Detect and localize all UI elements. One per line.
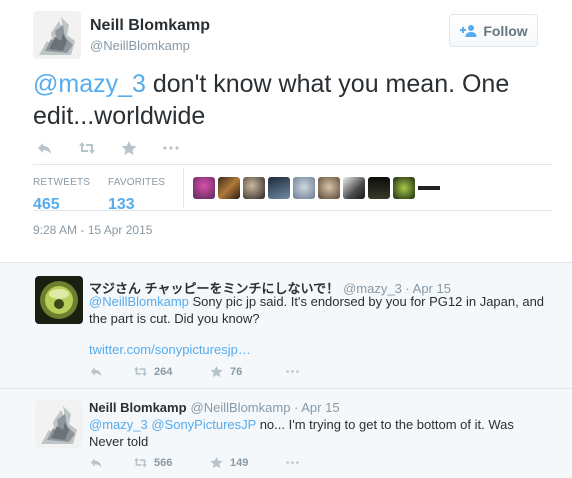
reply-mention-link[interactable]: @mazy_3 [89, 417, 148, 432]
main-tweet: Neill Blomkamp @NeillBlomkamp Follow @ma… [0, 0, 572, 262]
reply-meta[interactable]: @NeillBlomkamp · Apr 15 [191, 400, 340, 415]
stats-vertical-divider [183, 168, 184, 208]
reply-tweet[interactable]: Neill Blomkamp @NeillBlomkamp · Apr 15 @m… [0, 389, 572, 478]
reply-mention-link[interactable]: @SonyPicturesJP [151, 417, 256, 432]
reply-text: @mazy_3 @SonyPicturesJP no... I'm trying… [89, 416, 549, 450]
favoriter-avatars [193, 177, 440, 199]
author-name[interactable]: Neill Blomkamp [90, 17, 210, 35]
favorite-icon [210, 456, 223, 469]
favoriter-avatar[interactable] [368, 177, 390, 199]
reply-tweet[interactable]: マジさん チャッピーをミンチにしないで！ @mazy_3 · Apr 15 @Ne… [0, 263, 572, 388]
favoriter-avatar[interactable] [193, 177, 215, 199]
follow-person-icon [460, 24, 477, 37]
reply-avatar[interactable] [35, 276, 83, 324]
author-handle[interactable]: @NeillBlomkamp [90, 38, 190, 53]
reply-mention-link[interactable]: @NeillBlomkamp [89, 294, 189, 309]
more-icon [163, 146, 179, 150]
reply-icon [90, 458, 102, 468]
reply-text: @NeillBlomkamp Sony pic jp said. It's en… [89, 293, 549, 327]
retweet-count: 566 [154, 456, 173, 469]
retweet-button[interactable]: 566 [133, 456, 209, 469]
reply-avatar[interactable] [35, 400, 83, 448]
favoriter-avatar[interactable] [268, 177, 290, 199]
reply-link-row: twitter.com/sonypicturesjp… [89, 341, 549, 358]
reply-actions: 264 76 [89, 365, 300, 378]
retweet-icon [79, 142, 95, 154]
favorite-count: 149 [230, 456, 249, 469]
retweet-icon [134, 366, 147, 377]
favoriter-avatar[interactable] [318, 177, 340, 199]
favoriter-avatar[interactable] [418, 177, 440, 199]
reply-button[interactable] [36, 140, 54, 156]
retweets-count: 465 [33, 196, 60, 213]
favoriter-avatar[interactable] [218, 177, 240, 199]
more-button[interactable] [285, 456, 300, 469]
replies-section: マジさん チャッピーをミンチにしないで！ @mazy_3 · Apr 15 @Ne… [0, 262, 572, 478]
tweet-text: @mazy_3 don't know what you mean. One ed… [33, 68, 553, 132]
more-button[interactable] [285, 365, 300, 378]
reply-url-link[interactable]: twitter.com/sonypicturesjp… [89, 342, 251, 357]
retweet-button[interactable]: 264 [133, 365, 209, 378]
reply-button[interactable] [89, 456, 133, 469]
retweet-icon [134, 457, 147, 468]
tweet-actions [36, 139, 204, 157]
retweet-button[interactable] [78, 140, 96, 156]
more-button[interactable] [162, 140, 180, 156]
favorites-count: 133 [108, 196, 135, 213]
favorite-button[interactable]: 149 [209, 456, 285, 469]
favorites-stat[interactable]: FAVORITES 133 [108, 172, 165, 214]
favorite-button[interactable] [120, 140, 138, 156]
reply-author-name[interactable]: Neill Blomkamp [89, 400, 187, 415]
retweets-stat[interactable]: RETWEETS 465 [33, 172, 90, 214]
favoriter-avatar[interactable] [243, 177, 265, 199]
reply-icon [38, 143, 51, 154]
stats-bottom-divider [33, 210, 553, 211]
favoriter-avatar[interactable] [393, 177, 415, 199]
favoriter-avatar[interactable] [293, 177, 315, 199]
more-icon [286, 461, 299, 464]
follow-button[interactable]: Follow [449, 14, 538, 47]
retweet-count: 264 [154, 365, 173, 378]
reply-header: Neill Blomkamp @NeillBlomkamp · Apr 15 [89, 400, 340, 415]
reply-actions: 566 149 [89, 456, 300, 469]
tweet-mention-link[interactable]: @mazy_3 [33, 70, 146, 98]
favorites-label: FAVORITES [108, 177, 166, 188]
favorite-icon [210, 365, 223, 378]
author-avatar[interactable] [33, 11, 81, 59]
reply-button[interactable] [89, 365, 133, 378]
favorite-button[interactable]: 76 [209, 365, 285, 378]
favorite-count: 76 [230, 365, 243, 378]
favorite-icon [121, 141, 137, 155]
reply-icon [90, 367, 102, 377]
tweet-timestamp[interactable]: 9:28 AM - 15 Apr 2015 [33, 223, 152, 237]
follow-label: Follow [483, 22, 528, 39]
more-icon [286, 370, 299, 373]
retweets-label: RETWEETS [33, 177, 91, 188]
stats-top-divider [33, 164, 553, 165]
favoriter-avatar[interactable] [343, 177, 365, 199]
